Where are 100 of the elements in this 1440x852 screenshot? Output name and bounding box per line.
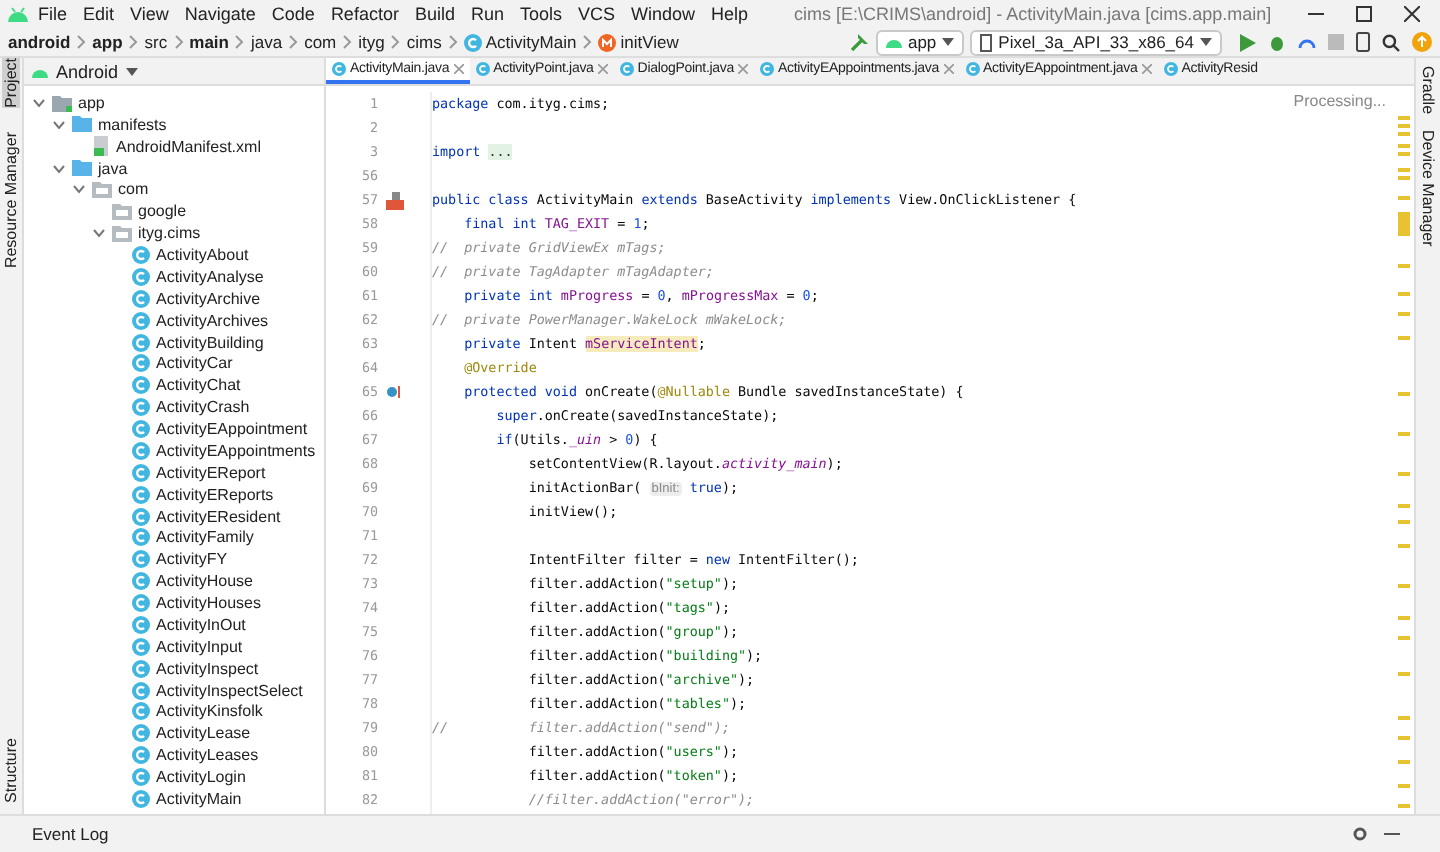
event-log-tab[interactable]: Event Log: [32, 824, 109, 844]
tree-item[interactable]: ActivityCrash: [156, 398, 250, 417]
package-folder-icon: [112, 203, 132, 220]
close-tab-icon[interactable]: [453, 64, 464, 74]
override-marker-icon[interactable]: [386, 384, 402, 400]
breadcrumb[interactable]: app: [92, 32, 123, 52]
breadcrumb[interactable]: main: [189, 32, 229, 52]
tree-item[interactable]: ActivityArchives: [156, 311, 269, 330]
tree-item[interactable]: ActivityEResident: [156, 507, 281, 526]
menu-item[interactable]: Navigate: [178, 4, 262, 24]
window-title: cims [E:\CRIMS\android] - ActivityMain.java [cims.app.main]: [792, 4, 1274, 24]
tree-item[interactable]: manifests: [98, 115, 167, 134]
class-icon: [759, 62, 774, 76]
menu-item[interactable]: View: [124, 4, 175, 24]
tree-item[interactable]: ActivityBuilding: [156, 333, 264, 352]
tree-item[interactable]: ActivityInput: [156, 637, 243, 656]
chevron-icon: [342, 34, 353, 50]
tree-item[interactable]: ActivityKinsfolk: [156, 702, 263, 721]
tool-window-tab[interactable]: Resource Manager: [2, 131, 20, 268]
breadcrumb[interactable]: java: [250, 32, 283, 52]
breadcrumb[interactable]: initView: [620, 32, 679, 52]
dropdown-caret-icon[interactable]: [126, 67, 139, 75]
package-folder-icon: [92, 181, 112, 198]
menu-item[interactable]: Build: [408, 4, 461, 24]
close-tab-icon[interactable]: [597, 64, 608, 74]
menu-item[interactable]: Tools: [513, 4, 568, 24]
class-icon: [132, 789, 150, 808]
menu-item[interactable]: Help: [705, 4, 755, 24]
tree-item[interactable]: ityg.cims: [138, 224, 201, 243]
tree-item[interactable]: ActivityLease: [156, 724, 251, 743]
tool-window-tab[interactable]: Project: [2, 58, 20, 108]
menu-item[interactable]: File: [32, 4, 74, 24]
tree-item[interactable]: ActivityLeases: [156, 746, 259, 765]
status-text: Processing...: [1293, 92, 1386, 110]
close-tab-icon[interactable]: [943, 64, 954, 74]
project-view-dropdown[interactable]: Android: [56, 61, 119, 81]
menu-item[interactable]: Run: [464, 4, 510, 24]
settings-icon[interactable]: [1352, 826, 1368, 842]
search-icon[interactable]: [1382, 33, 1400, 51]
phone-icon: [980, 33, 993, 51]
tree-item[interactable]: ActivityInOut: [156, 615, 246, 634]
class-icon: [463, 33, 482, 51]
tree-item[interactable]: ActivityMain: [156, 789, 242, 808]
tree-item[interactable]: ActivityArchive: [156, 289, 261, 308]
menu-item[interactable]: Window: [625, 4, 702, 24]
close-tab-icon[interactable]: [737, 64, 748, 74]
tree-item[interactable]: java: [98, 159, 128, 178]
maximize-icon[interactable]: [1356, 6, 1372, 22]
chevron-icon: [234, 34, 245, 50]
tree-item[interactable]: AndroidManifest.xml: [116, 137, 261, 156]
debug-icon[interactable]: [1268, 33, 1286, 51]
tree-item[interactable]: app: [78, 93, 105, 112]
breadcrumb[interactable]: ityg: [358, 32, 385, 52]
tree-item[interactable]: ActivityEAppointment: [156, 420, 308, 439]
tree-item[interactable]: google: [138, 202, 187, 221]
breadcrumb[interactable]: com: [304, 32, 337, 52]
breadcrumb[interactable]: src: [144, 32, 168, 52]
close-tab-icon[interactable]: [1141, 64, 1152, 74]
chevron-icon: [390, 34, 401, 50]
module-folder-icon: [52, 93, 72, 112]
tool-window-tab[interactable]: Structure: [2, 737, 20, 802]
tree-item[interactable]: ActivityLogin: [156, 768, 246, 787]
tree-item[interactable]: ActivityEAppointments: [156, 441, 316, 460]
run-icon[interactable]: [1240, 33, 1256, 51]
chevron-icon: [128, 34, 139, 50]
android-icon: [32, 65, 48, 77]
tree-item[interactable]: ActivityEReport: [156, 463, 266, 482]
device-icon[interactable]: [1356, 32, 1370, 52]
menu-item[interactable]: VCS: [572, 4, 622, 24]
class-icon: [132, 702, 150, 721]
implemented-marker-icon[interactable]: [386, 191, 404, 209]
tree-item[interactable]: ActivityInspect: [156, 659, 259, 678]
tree-item[interactable]: ActivityAbout: [156, 246, 249, 265]
tool-window-tab[interactable]: Device Manager: [1419, 130, 1437, 247]
tree-item[interactable]: ActivityChat: [156, 376, 241, 395]
tree-item[interactable]: ActivityInspectSelect: [156, 681, 303, 700]
hammer-icon[interactable]: [849, 32, 870, 52]
tree-item[interactable]: ActivityFamily: [156, 528, 254, 547]
folder-icon: [72, 116, 92, 133]
run-configuration-dropdown[interactable]: app: [875, 29, 965, 55]
dropdown-caret-icon: [942, 38, 955, 46]
menu-item[interactable]: Code: [265, 4, 321, 24]
tree-item[interactable]: com: [118, 180, 149, 199]
device-dropdown[interactable]: Pixel_3a_API_33_x86_64: [970, 29, 1222, 55]
class-icon: [132, 267, 150, 286]
class-icon: [132, 594, 150, 613]
breadcrumb[interactable]: ActivityMain: [485, 32, 577, 52]
menu-item[interactable]: Edit: [77, 4, 121, 24]
tree-item[interactable]: ActivityHouse: [156, 572, 253, 591]
class-icon: [132, 246, 150, 265]
tool-window-tab[interactable]: Gradle: [1419, 66, 1437, 115]
tree-item[interactable]: ActivityEReports: [156, 485, 274, 504]
tree-item[interactable]: ActivityCar: [156, 354, 233, 373]
tree-item[interactable]: ActivityHouses: [156, 594, 261, 613]
tree-item[interactable]: ActivityAnalyse: [156, 267, 264, 286]
breadcrumb[interactable]: cims: [406, 32, 442, 52]
tree-item[interactable]: ActivityFY: [156, 550, 228, 569]
breadcrumb[interactable]: android: [8, 32, 71, 52]
menu-item[interactable]: Refactor: [324, 4, 405, 24]
close-icon[interactable]: [1404, 6, 1420, 22]
